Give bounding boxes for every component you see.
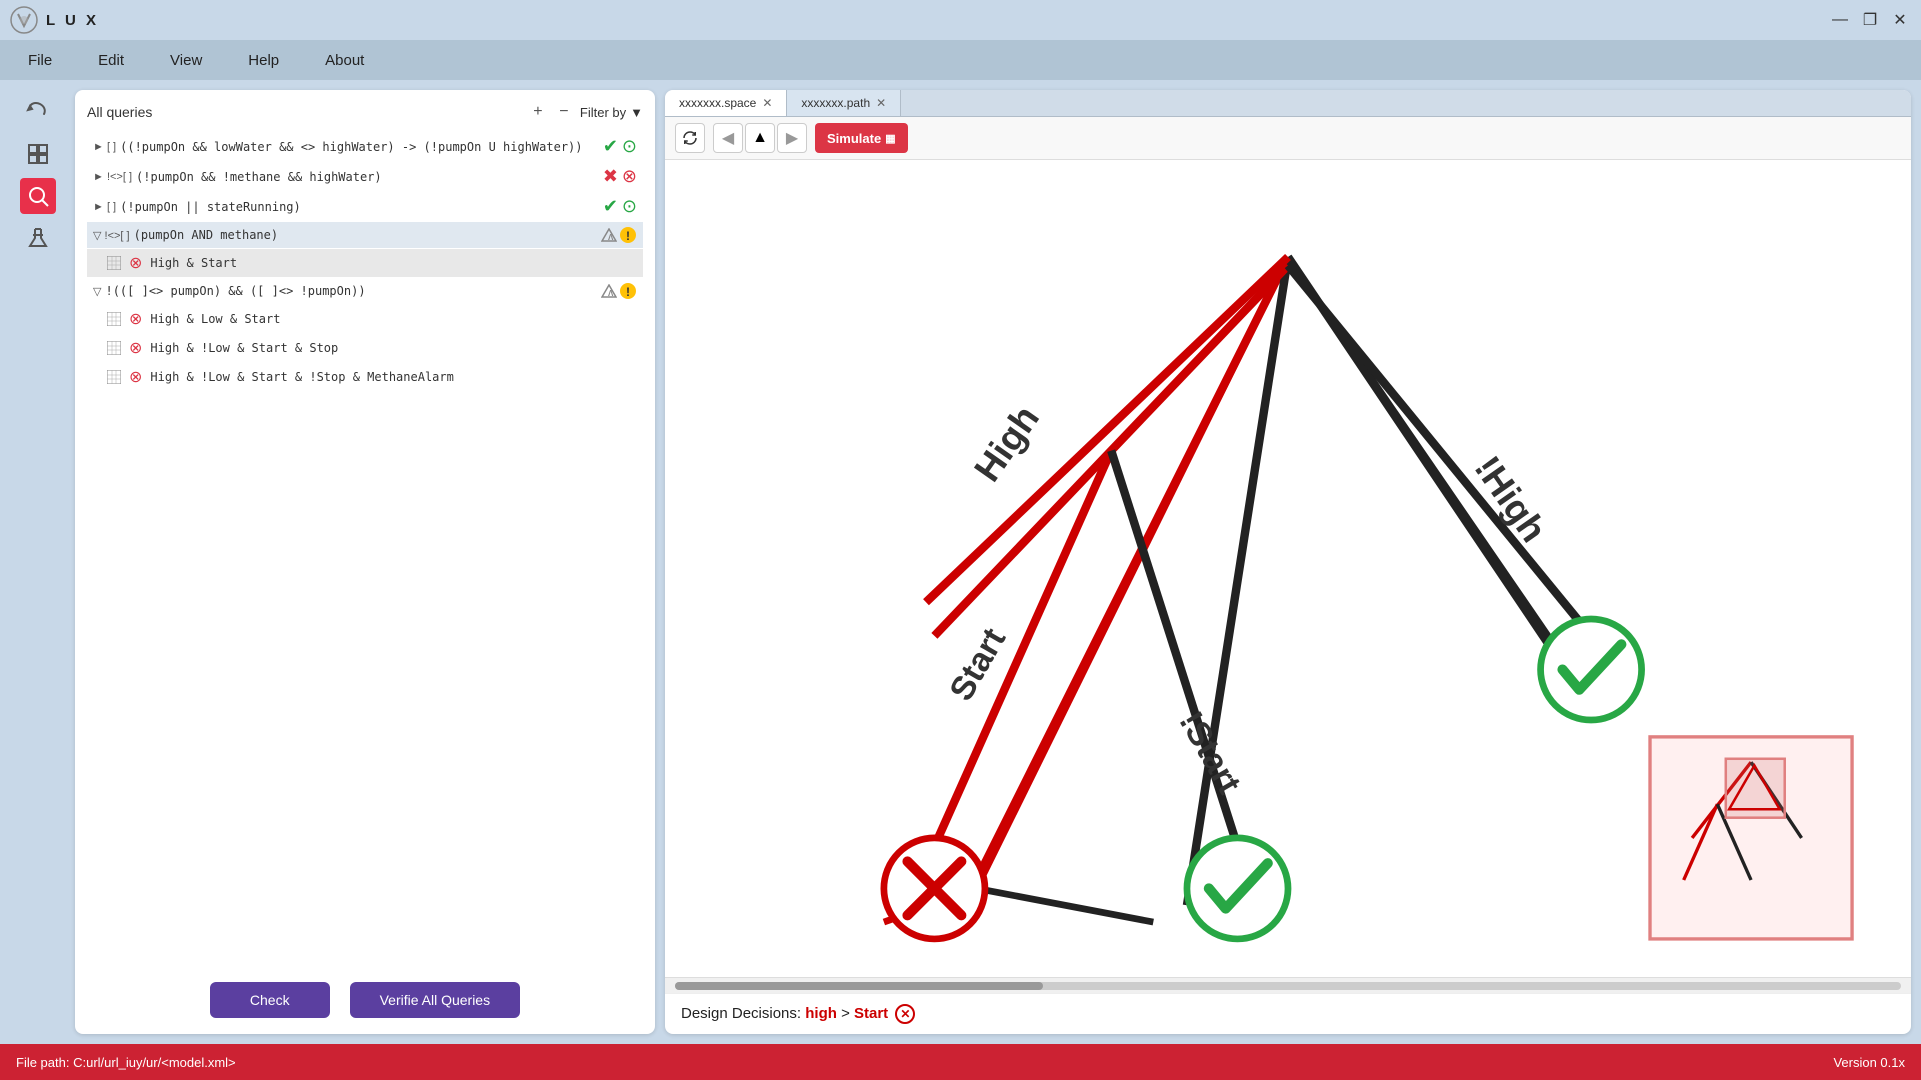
minimize-button[interactable]: —	[1829, 9, 1851, 31]
query-item[interactable]: ⊗ High & !Low & Start & !Stop & MethaneA…	[87, 363, 643, 391]
next-button[interactable]: ▶	[777, 123, 807, 153]
query-item[interactable]: ⊗ High & Start	[87, 249, 643, 277]
up-button[interactable]: ▲	[745, 123, 775, 153]
query-item[interactable]: ▽ !<>[ ] (pumpOn AND methane) Λ !	[87, 222, 643, 248]
simulate-button[interactable]: Simulate ▦	[815, 123, 908, 153]
status-bar: File path: C:url/url_iuy/ur/<model.xml> …	[0, 1044, 1921, 1080]
refresh-button[interactable]	[675, 123, 705, 153]
sidebar-icon-nav[interactable]	[20, 94, 56, 130]
query-item[interactable]: ⊗ High & !Low & Start & Stop	[87, 334, 643, 362]
design-decisions: Design Decisions: high > Start ✕	[665, 993, 1911, 1034]
svg-text:High: High	[965, 397, 1047, 488]
dd-start-label: Start	[854, 1005, 888, 1022]
svg-text:!Start: !Start	[1172, 706, 1248, 801]
query-item[interactable]: ▽ !(([ ]<> pumpOn) && ([ ]<> !pumpOn)) Λ…	[87, 278, 643, 304]
svg-text:!: !	[626, 229, 630, 243]
close-tab-space[interactable]: ✕	[762, 97, 772, 109]
title-bar: L U X — ❐ ✕	[0, 0, 1921, 40]
prev-button[interactable]: ◀	[713, 123, 743, 153]
tab-space[interactable]: xxxxxxx.space ✕	[665, 90, 787, 116]
menu-bar: File Edit View Help About	[0, 40, 1921, 80]
queries-title: All queries	[87, 104, 522, 120]
file-path: File path: C:url/url_iuy/ur/<model.xml>	[16, 1055, 236, 1070]
menu-edit[interactable]: Edit	[90, 48, 132, 73]
queries-panel: All queries + − Filter by ▼ ► [ ] ((!pum…	[75, 90, 655, 1034]
action-buttons: Check Verifie All Queries	[87, 970, 643, 1022]
query-item[interactable]: ► [ ] ((!pumpOn && lowWater && <> highWa…	[87, 132, 643, 161]
queries-header: All queries + − Filter by ▼	[87, 102, 643, 122]
sidebar-icon-lab[interactable]	[20, 220, 56, 256]
close-tab-path[interactable]: ✕	[876, 97, 886, 109]
app-logo	[10, 6, 38, 34]
check-button[interactable]: Check	[210, 982, 330, 1018]
add-query-button[interactable]: +	[528, 102, 548, 122]
right-panel: xxxxxxx.space ✕ xxxxxxx.path ✕ ◀ ▲	[665, 90, 1911, 1034]
remove-query-button[interactable]: −	[554, 102, 574, 122]
menu-about[interactable]: About	[317, 48, 372, 73]
app-title: L U X	[46, 12, 1829, 29]
horizontal-scrollbar[interactable]	[665, 977, 1911, 993]
sidebar-icon-search[interactable]	[20, 178, 56, 214]
dd-high-label: high	[805, 1005, 837, 1022]
menu-view[interactable]: View	[162, 48, 210, 73]
svg-text:Λ: Λ	[608, 289, 614, 298]
canvas-area[interactable]: High !High Start !Start	[665, 160, 1911, 977]
menu-help[interactable]: Help	[240, 48, 287, 73]
verify-all-button[interactable]: Verifie All Queries	[350, 982, 521, 1018]
query-item[interactable]: ► [ ] (!pumpOn || stateRunning) ✔ ⊙	[87, 192, 643, 221]
sidebar-icon-layout[interactable]	[20, 136, 56, 172]
maximize-button[interactable]: ❐	[1859, 9, 1881, 31]
version: Version 0.1x	[1833, 1055, 1905, 1070]
menu-file[interactable]: File	[20, 48, 60, 73]
toolbar: ◀ ▲ ▶ Simulate ▦	[665, 117, 1911, 160]
filter-button[interactable]: Filter by ▼	[580, 105, 643, 120]
svg-text:!: !	[626, 285, 630, 299]
query-item[interactable]: ► !<>[ ] (!pumpOn && !methane && highWat…	[87, 162, 643, 191]
main-area: All queries + − Filter by ▼ ► [ ] ((!pum…	[0, 80, 1921, 1044]
window-controls: — ❐ ✕	[1829, 9, 1911, 31]
nav-buttons: ◀ ▲ ▶	[713, 123, 807, 153]
tab-bar: xxxxxxx.space ✕ xxxxxxx.path ✕	[665, 90, 1911, 117]
query-list: ► [ ] ((!pumpOn && lowWater && <> highWa…	[87, 132, 643, 970]
close-button[interactable]: ✕	[1889, 9, 1911, 31]
left-sidebar	[10, 90, 65, 1034]
query-item[interactable]: ⊗ High & Low & Start	[87, 305, 643, 333]
svg-text:Λ: Λ	[608, 233, 614, 242]
tab-path[interactable]: xxxxxxx.path ✕	[787, 90, 901, 116]
